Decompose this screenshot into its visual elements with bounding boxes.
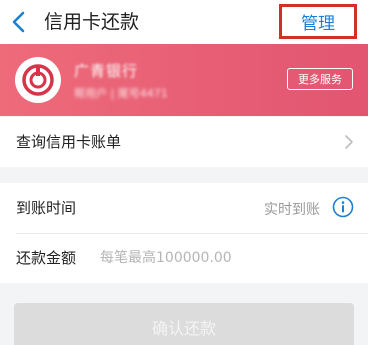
more-services-button[interactable]: 更多服务 — [287, 68, 353, 90]
manage-highlight-box: 管理 — [279, 4, 357, 39]
bank-name: 广青银行 — [74, 62, 139, 80]
back-arrow-icon[interactable] — [8, 9, 30, 35]
amount-label: 还款金额 — [16, 249, 77, 267]
manage-button[interactable]: 管理 — [282, 7, 354, 36]
query-bill-row[interactable]: 查询信用卡账单 — [0, 117, 368, 167]
info-icon[interactable] — [332, 196, 354, 218]
confirm-repay-button[interactable]: 确认还款 — [14, 303, 354, 345]
arrival-time-label: 到账时间 — [16, 199, 77, 217]
page-title: 信用卡还款 — [44, 11, 140, 33]
card-info: 帮用户 | 尾号4471 — [74, 87, 168, 100]
nav-bar: 信用卡还款 管理 — [0, 0, 368, 44]
arrival-time-value: 实时到账 — [264, 202, 320, 218]
query-bill-label: 查询信用卡账单 — [16, 133, 122, 151]
chevron-right-icon — [345, 135, 353, 149]
bank-logo-icon — [15, 57, 61, 103]
repayment-form: 到账时间 实时到账 还款金额 — [0, 183, 368, 283]
amount-input[interactable] — [100, 244, 340, 272]
bank-card-banner[interactable]: 广青银行 帮用户 | 尾号4471 更多服务 — [0, 44, 368, 116]
divider — [16, 233, 368, 234]
bank-emblem-icon — [22, 64, 54, 96]
